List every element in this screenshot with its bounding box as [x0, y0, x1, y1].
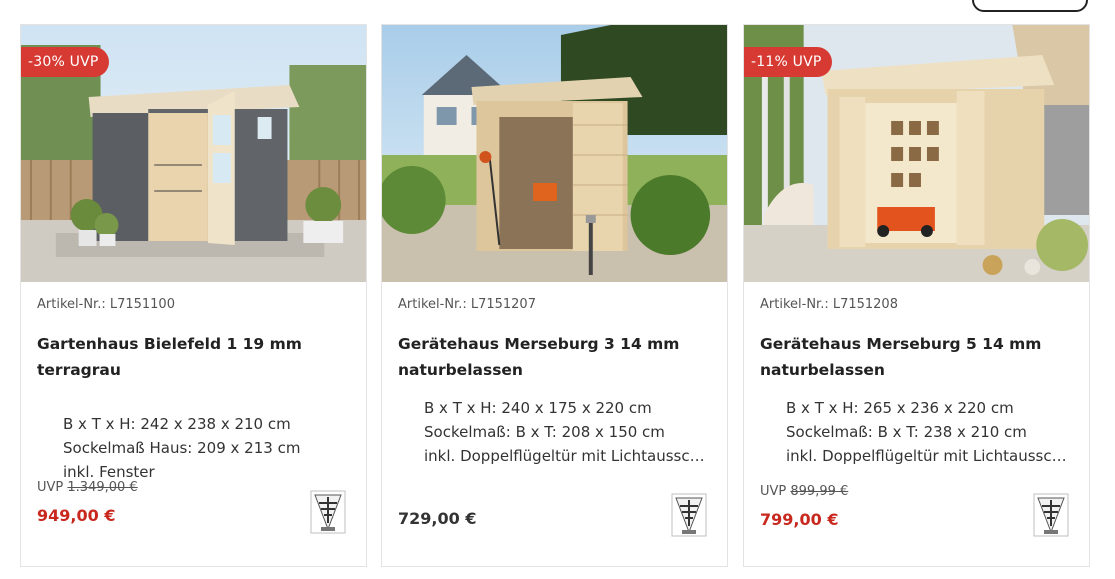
uvp-label: UVP — [37, 480, 64, 495]
product-body: Artikel-Nr.: L7151100 Gartenhaus Bielefe… — [21, 297, 366, 484]
karibu-logo-icon — [310, 490, 346, 534]
product-image[interactable]: -30% UVP — [21, 25, 366, 282]
product-card[interactable]: -30% UVP Artikel-Nr.: L7151100 Gartenhau… — [20, 24, 367, 567]
top-control-pill[interactable] — [972, 0, 1088, 12]
uvp-line: UVP 899,99 € — [760, 484, 848, 499]
product-title[interactable]: Gerätehaus Merseburg 3 14 mm naturbelass… — [398, 331, 711, 383]
uvp-label: UVP — [760, 484, 787, 499]
product-title[interactable]: Gerätehaus Merseburg 5 14 mm naturbelass… — [760, 331, 1073, 383]
discount-badge: -11% UVP — [744, 47, 832, 77]
product-title[interactable]: Gartenhaus Bielefeld 1 19 mm terragrau — [37, 331, 350, 383]
karibu-logo-icon — [1033, 493, 1069, 537]
spec-item: B x T x H: 242 x 238 x 210 cm — [63, 412, 348, 436]
spec-list: B x T x H: 242 x 238 x 210 cm Sockelmaß … — [37, 412, 350, 484]
product-grid: -30% UVP Artikel-Nr.: L7151100 Gartenhau… — [20, 24, 1095, 569]
product-image[interactable] — [382, 25, 727, 282]
article-number: Artikel-Nr.: L7151208 — [760, 297, 898, 312]
regular-price: 729,00 € — [398, 509, 477, 528]
spec-item: inkl. Doppelflügeltür mit Lichtausschnit… — [424, 444, 709, 468]
discount-badge: -30% UVP — [21, 47, 109, 77]
tool-shed-natural-image — [382, 25, 727, 282]
spec-item: B x T x H: 240 x 175 x 220 cm — [424, 396, 709, 420]
article-number: Artikel-Nr.: L7151100 — [37, 297, 175, 312]
product-body: Artikel-Nr.: L7151207 Gerätehaus Mersebu… — [382, 297, 727, 468]
spec-item: Sockelmaß: B x T: 238 x 210 cm — [786, 420, 1071, 444]
product-image[interactable]: -11% UVP — [744, 25, 1089, 282]
spec-list: B x T x H: 265 x 236 x 220 cm Sockelmaß:… — [760, 396, 1073, 468]
sale-price: 799,00 € — [760, 510, 839, 529]
spec-item: Sockelmaß: B x T: 208 x 150 cm — [424, 420, 709, 444]
article-number: Artikel-Nr.: L7151207 — [398, 297, 536, 312]
karibu-logo-icon — [671, 493, 707, 537]
uvp-line: UVP 1.349,00 € — [37, 480, 138, 495]
spec-list: B x T x H: 240 x 175 x 220 cm Sockelmaß:… — [398, 396, 711, 468]
spec-item: inkl. Doppelflügeltür mit Lichtausschnit… — [786, 444, 1071, 468]
uvp-old-price: 1.349,00 € — [67, 480, 138, 495]
spec-item: B x T x H: 265 x 236 x 220 cm — [786, 396, 1071, 420]
product-card[interactable]: -11% UVP Artikel-Nr.: L7151208 Gerätehau… — [743, 24, 1090, 567]
uvp-old-price: 899,99 € — [790, 484, 849, 499]
product-card[interactable]: Artikel-Nr.: L7151207 Gerätehaus Mersebu… — [381, 24, 728, 567]
sale-price: 949,00 € — [37, 506, 116, 525]
spec-item: Sockelmaß Haus: 209 x 213 cm — [63, 436, 348, 460]
product-body: Artikel-Nr.: L7151208 Gerätehaus Mersebu… — [744, 297, 1089, 468]
